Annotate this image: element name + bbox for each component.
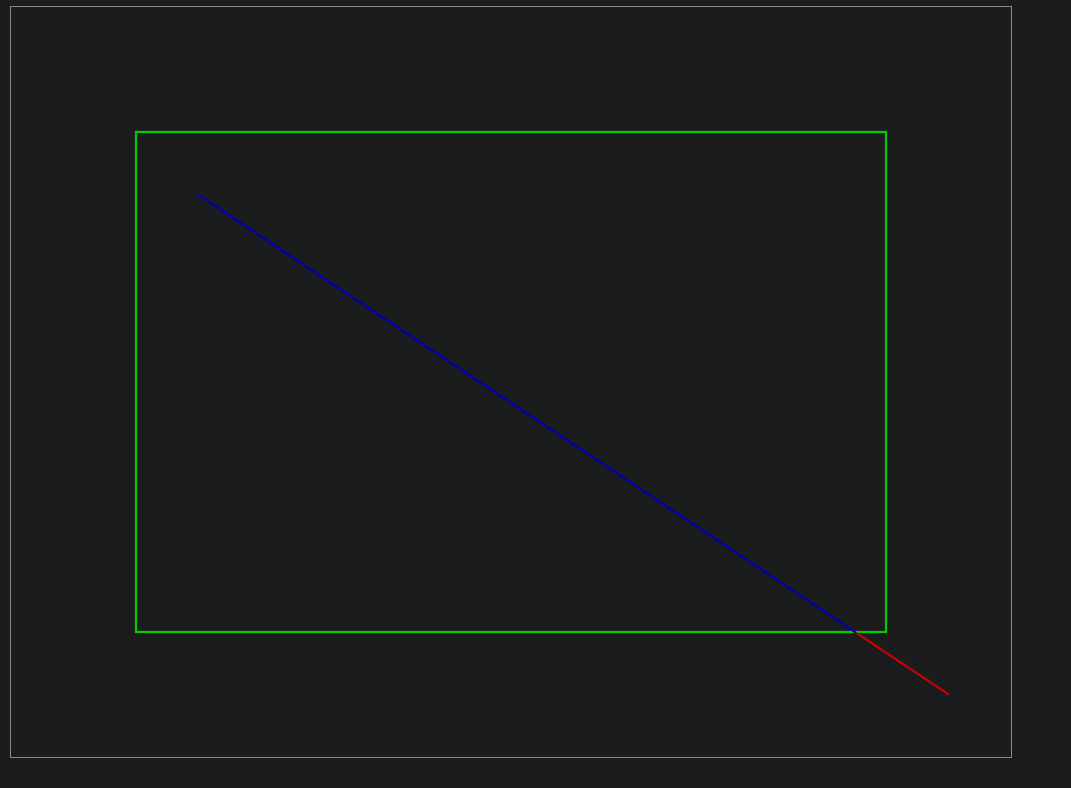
line-segment-inside xyxy=(197,193,857,634)
diagram-canvas xyxy=(134,130,950,696)
clip-rectangle xyxy=(134,130,888,634)
line-segment-outside xyxy=(853,630,950,696)
